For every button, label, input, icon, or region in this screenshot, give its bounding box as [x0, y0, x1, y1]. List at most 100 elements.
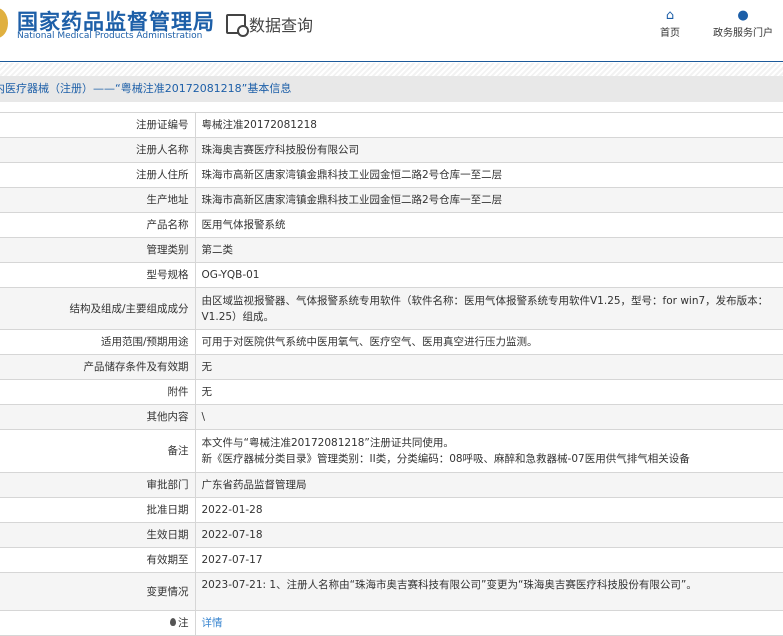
field-label-text: 备注	[167, 445, 189, 457]
table-row: 附件无	[0, 379, 783, 405]
field-label-text: 管理类别	[146, 244, 189, 256]
field-value-text: 粤械注准20172081218	[201, 119, 318, 131]
field-value: 第二类	[195, 237, 783, 263]
document-search-icon	[226, 14, 249, 37]
table-row: 有效期至 2027-07-17	[0, 547, 783, 573]
field-label-text: 审批部门	[146, 479, 189, 491]
field-value-text: 2022-07-18	[201, 529, 263, 541]
field-value-text: 医用气体报警系统	[201, 219, 286, 231]
field-label-text: 注册证编号	[136, 119, 189, 131]
field-value-text: 珠海奥吉赛医疗科技股份有限公司	[201, 144, 360, 156]
table-row: 生效日期 2022-07-18	[0, 522, 783, 548]
field-label-text: 结构及组成/主要组成成分	[69, 302, 189, 315]
field-value: 可用于对医院供气系统中医用氧气、医疗空气、医用真空进行压力监测。	[195, 329, 783, 355]
field-value: 本文件与“粤械注准20172081218”注册证共同使用。新《医疗器械分类目录》…	[195, 429, 783, 473]
field-label: 管理类别	[0, 237, 196, 263]
table-row: 注册人名称 珠海奥吉赛医疗科技股份有限公司	[0, 137, 783, 163]
field-label-text: 产品名称	[146, 219, 189, 231]
nav-home-label: 首页	[660, 28, 680, 39]
field-label-text: 适用范围/预期用途	[100, 336, 189, 348]
field-value-text: 无	[201, 361, 213, 373]
field-label-text: 其他内容	[146, 411, 189, 423]
field-label: 型号规格	[0, 262, 196, 288]
field-value: OG-YQB-01	[195, 262, 783, 288]
field-value: 珠海市高新区唐家湾镇金鼎科技工业园金恒二路2号仓库一至二层	[195, 162, 783, 188]
field-label: 产品名称	[0, 212, 196, 238]
table-row: 管理类别 第二类	[0, 237, 783, 263]
field-value: 珠海市高新区唐家湾镇金鼎科技工业园金恒二路2号仓库一至二层	[195, 187, 783, 213]
field-label-text: 产品储存条件及有效期	[83, 361, 189, 373]
field-label: 生产地址	[0, 187, 196, 213]
field-value-text: 广东省药品监督管理局	[201, 479, 307, 491]
field-value-text: 可用于对医院供气系统中医用氧气、医疗空气、医用真空进行压力监测。	[201, 336, 538, 348]
field-value: 粤械注准20172081218	[195, 112, 783, 138]
section-title-text: 内医疗器械（注册）——“粤械注准20172081218”基本信息	[0, 82, 292, 95]
field-value: 无	[195, 379, 783, 405]
field-value: 2027-07-17	[195, 547, 783, 573]
field-label-text: 注	[178, 617, 189, 629]
table-row: 适用范围/预期用途 可用于对医院供气系统中医用氧气、医疗空气、医用真空进行压力监测…	[0, 329, 783, 355]
field-value-text: \	[201, 411, 206, 423]
nav-portal-label: 政务服务门户	[713, 28, 773, 39]
field-value-text: 第二类	[201, 244, 234, 256]
field-label: 其他内容	[0, 404, 196, 430]
table-row: 注册人住所 珠海市高新区唐家湾镇金鼎科技工业园金恒二路2号仓库一至二层	[0, 162, 783, 188]
field-label: 备注	[0, 429, 196, 473]
field-label: 产品储存条件及有效期	[0, 354, 196, 380]
table-row: 产品名称 医用气体报警系统	[0, 212, 783, 238]
table-row: 批准日期 2022-01-28	[0, 497, 783, 523]
field-label: 注册人住所	[0, 162, 196, 188]
field-label-text: 生产地址	[146, 194, 189, 206]
field-value-text: OG-YQB-01	[201, 269, 260, 281]
field-label: 审批部门	[0, 472, 196, 498]
decorative-stripe	[0, 63, 783, 76]
table-row: 产品储存条件及有效期无	[0, 354, 783, 380]
field-value: 广东省药品监督管理局	[195, 472, 783, 498]
field-value: 由区域监视报警器、气体报警系统专用软件（软件名称：医用气体报警系统专用软件V1.…	[195, 287, 783, 330]
field-label: 有效期至	[0, 547, 196, 573]
field-value-text: 由区域监视报警器、气体报警系统专用软件（软件名称：医用气体报警系统专用软件V1.…	[201, 294, 769, 323]
field-value-text: 本文件与“粤械注准20172081218”注册证共同使用。	[201, 437, 454, 449]
field-label-text: 生效日期	[146, 529, 189, 541]
field-value: 2023-07-21: 1、注册人名称由“珠海市奥吉赛科技有限公司”变更为“珠海…	[195, 572, 783, 611]
nav-home[interactable]: ⌂ 首页	[660, 8, 680, 39]
field-value-text: 珠海市高新区唐家湾镇金鼎科技工业园金恒二路2号仓库一至二层	[201, 194, 503, 206]
field-label: 注	[0, 610, 196, 636]
details-link[interactable]: 详情	[202, 617, 223, 629]
field-label: 附件	[0, 379, 196, 405]
field-value: 详情	[195, 610, 783, 636]
table-row: 其他内容 \	[0, 404, 783, 430]
table-row: 审批部门 广东省药品监督管理局	[0, 472, 783, 498]
field-label: 批准日期	[0, 497, 196, 523]
table-row: 结构及组成/主要组成成分 由区域监视报警器、气体报警系统专用软件（软件名称：医用气…	[0, 287, 783, 330]
site-header: 国家药品监督管理局 National Medical Products Admi…	[0, 0, 783, 62]
field-label-text: 型号规格	[146, 269, 189, 281]
field-label: 生效日期	[0, 522, 196, 548]
data-query-label: 数据查询	[249, 16, 314, 35]
field-label-text: 有效期至	[146, 554, 189, 566]
field-label-text: 注册人住所	[136, 169, 189, 181]
table-row: 生产地址 珠海市高新区唐家湾镇金鼎科技工业园金恒二路2号仓库一至二层	[0, 187, 783, 213]
field-value: \	[195, 404, 783, 430]
table-row: 注册证编号 粤械注准20172081218	[0, 112, 783, 138]
field-label: 注册人名称	[0, 137, 196, 163]
field-label: 适用范围/预期用途	[0, 329, 196, 355]
field-label: 结构及组成/主要组成成分	[0, 287, 196, 330]
table-row: 注 详情	[0, 610, 783, 636]
table-row: 型号规格 OG-YQB-01	[0, 262, 783, 288]
field-value-text: 新《医疗器械分类目录》管理类别：II类，分类编码：08呼吸、麻醉和急救器械-07…	[201, 453, 690, 465]
field-value-text: 2027-07-17	[201, 554, 263, 566]
user-icon: ●	[737, 8, 749, 23]
field-value: 医用气体报警系统	[195, 212, 783, 238]
section-title: 内医疗器械（注册）——“粤械注准20172081218”基本信息	[0, 76, 783, 102]
field-label-text: 附件	[167, 386, 189, 398]
field-label: 变更情况	[0, 572, 196, 611]
nav-gov-portal[interactable]: ● 政务服务门户	[713, 8, 773, 39]
emblem-logo	[0, 8, 8, 38]
table-row: 变更情况 2023-07-21: 1、注册人名称由“珠海市奥吉赛科技有限公司”变更…	[0, 572, 783, 611]
table-row: 备注 本文件与“粤械注准20172081218”注册证共同使用。新《医疗器械分类目…	[0, 429, 783, 473]
field-value: 无	[195, 354, 783, 380]
field-value-text: 2022-01-28	[201, 504, 263, 516]
detail-table: 注册证编号 粤械注准20172081218 注册人名称 珠海奥吉赛医疗科技股份有限公司…	[0, 112, 783, 636]
field-value: 珠海奥吉赛医疗科技股份有限公司	[195, 137, 783, 163]
